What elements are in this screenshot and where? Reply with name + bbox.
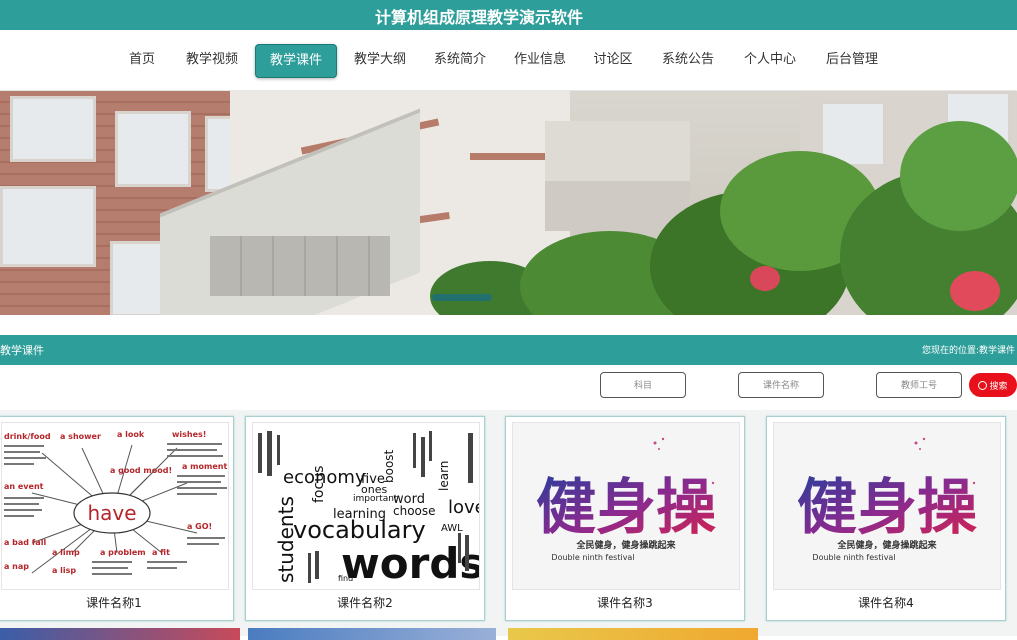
nav-homework[interactable]: 作业信息 [508,44,572,76]
teacher-id-input[interactable]: 教师工号 [876,372,962,398]
carousel-indicator[interactable] [432,294,492,301]
thumb-word: find [338,574,353,583]
thumb-word: 全民健身，健身操跳起来 [575,539,676,551]
search-button[interactable]: 搜索 [969,373,1017,397]
banner-window [0,186,96,267]
thumb-word: wishes! [172,430,206,439]
thumb-word: have [87,501,136,525]
thumb-word: a problem [100,548,146,557]
courseware-card[interactable]: have drink/food a shower a look wishes! … [0,416,234,621]
courseware-name[interactable]: 课件名称4 [767,594,1005,611]
nav-discussion[interactable]: 讨论区 [588,44,638,76]
courseware-name[interactable]: 课件名称1 [0,594,233,611]
thumb-word: love [448,497,479,518]
thumb-word: a bad fall [4,538,46,547]
thumb-word: a good mood! [110,466,172,475]
thumb-word: a look [117,430,145,439]
nav-personal-center[interactable]: 个人中心 [738,44,802,76]
thumb-word: 全民健身，健身操跳起来 [836,539,937,551]
filter-bar: 科目 课件名称 教师工号 搜索 [0,365,1017,410]
banner-window [115,111,191,187]
header-bar: 计算机组成原理教学演示软件 [0,0,1017,30]
banner-carousel[interactable] [0,91,1017,315]
banner-canopy-underside [210,236,390,296]
thumb-word: drink/food [4,432,51,441]
banner-flower [950,271,1000,311]
thumb-word: AWL [441,523,463,534]
nav-admin[interactable]: 后台管理 [820,44,884,76]
section-title: 教学课件 [0,344,44,357]
banner-foliage [900,121,1017,231]
thumb-word: word [393,492,425,507]
breadcrumb: 您现在的位置:教学课件 [922,343,1015,356]
thumb-word: a nap [4,562,29,571]
courseware-name[interactable]: 课件名称2 [246,594,484,611]
thumb-word: a fit [152,548,170,557]
thumb-word: a GO! [187,522,212,531]
banner-window [10,96,96,162]
nav-system-intro[interactable]: 系统简介 [428,44,492,76]
have-mindmap-image: have drink/food a shower a look wishes! … [4,430,227,575]
word-cloud-image: economy focus vocabulary words students … [258,431,479,588]
fitness-poster-image: 健身操 全民健身，健身操跳起来 Double ninth festival [797,437,977,562]
breadcrumb-prefix: 您现在的位置: [921,346,979,356]
nav-home[interactable]: 首页 [120,44,164,76]
separator [0,315,1017,335]
courseware-grid: have drink/food a shower a look wishes! … [0,410,1017,640]
section-bar: 教学课件 您现在的位置:教学课件 [0,335,1017,365]
thumb-word: a lisp [52,566,76,575]
thumb-word: learn [437,461,451,491]
thumb-word: a limp [52,548,80,557]
thumb-word: Double ninth festival [551,553,634,562]
courseware-card[interactable]: economy focus vocabulary words students … [245,416,485,621]
nav-teaching-courseware[interactable]: 教学课件 [255,44,337,78]
banner-pillar [545,121,690,181]
subject-input[interactable]: 科目 [600,372,686,398]
nav-syllabus[interactable]: 教学大纲 [348,44,412,76]
courseware-card[interactable]: 健身操 全民健身，健身操跳起来 Double ninth festival 课件… [505,416,745,621]
thumb-word: a moment [182,462,227,471]
banner-flower [750,266,780,291]
courseware-card[interactable]: 健身操 全民健身，健身操跳起来 Double ninth festival 课件… [766,416,1006,621]
thumb-word: 健身操 [797,473,977,543]
courseware-name[interactable]: 课件名称3 [506,594,744,611]
thumb-word: Double ninth festival [812,553,895,562]
breadcrumb-current[interactable]: 教学课件 [979,346,1015,356]
courseware-thumbnail: have drink/food a shower a look wishes! … [1,422,229,590]
courseware-card-partial[interactable] [248,628,496,640]
search-icon [978,381,988,390]
nav-teaching-videos[interactable]: 教学视频 [180,44,244,76]
fitness-poster-image: 健身操 全民健身，健身操跳起来 Double ninth festival [536,437,716,562]
thumb-word: 健身操 [536,473,716,543]
thumb-word: an event [4,482,44,491]
courseware-thumbnail: economy focus vocabulary words students … [252,422,480,590]
courseware-card-partial[interactable] [508,628,758,640]
main-nav: 首页 教学视频 教学课件 教学大纲 系统简介 作业信息 讨论区 系统公告 个人中… [0,30,1017,90]
nav-announcements[interactable]: 系统公告 [656,44,720,76]
search-button-label: 搜索 [989,381,1008,391]
courseware-thumbnail: 健身操 全民健身，健身操跳起来 Double ninth festival [512,422,740,590]
courseware-card-partial[interactable] [0,628,240,640]
site-title: 计算机组成原理教学演示软件 [374,8,583,27]
courseware-name-input[interactable]: 课件名称 [738,372,824,398]
thumb-word: ones [361,483,387,496]
thumb-word: boost [382,449,396,483]
thumb-word: focus [311,466,327,503]
thumb-word: students [274,496,298,583]
thumb-word: a shower [60,432,101,441]
thumb-word: learning [333,507,386,522]
courseware-thumbnail: 健身操 全民健身，健身操跳起来 Double ninth festival [773,422,1001,590]
